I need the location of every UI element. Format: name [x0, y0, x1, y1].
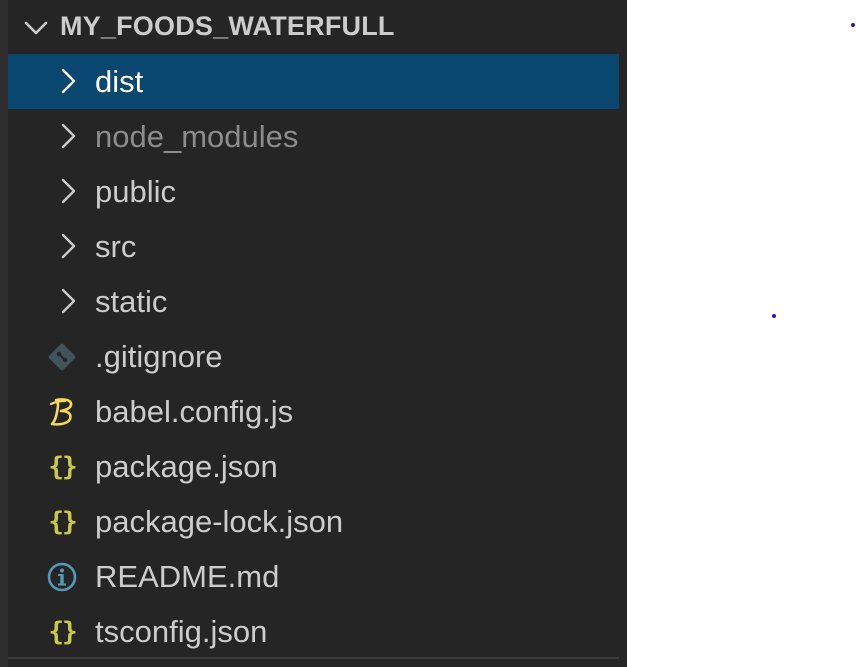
folder-label: static: [95, 284, 168, 319]
stray-pixel-dot: [851, 23, 855, 27]
file-row-babel-config[interactable]: babel.config.js: [8, 384, 619, 439]
file-row-package-lock-json[interactable]: {} package-lock.json: [8, 494, 619, 549]
folder-row-static[interactable]: static: [8, 274, 619, 329]
folder-label: dist: [95, 64, 144, 99]
explorer-section-title: MY_FOODS_WATERFULL: [60, 11, 395, 41]
json-braces-icon: {}: [48, 507, 77, 537]
folder-label: node_modules: [95, 119, 299, 154]
explorer-edge: [0, 0, 8, 667]
explorer-section-header[interactable]: MY_FOODS_WATERFULL: [8, 0, 619, 54]
folder-row-public[interactable]: public: [8, 164, 619, 219]
babel-icon: [46, 396, 78, 428]
folder-label: src: [95, 229, 137, 264]
panel-bottom-border: [8, 657, 619, 659]
chevron-right-icon[interactable]: [56, 232, 80, 260]
json-braces-icon: {}: [48, 617, 77, 647]
file-row-tsconfig-json[interactable]: {} tsconfig.json: [8, 604, 619, 659]
file-label: package.json: [95, 449, 278, 484]
json-braces-icon: {}: [48, 452, 77, 482]
file-explorer-panel: MY_FOODS_WATERFULL dist node_modules pub…: [0, 0, 627, 667]
file-label: tsconfig.json: [95, 614, 268, 649]
stray-pixel-dot: [772, 314, 776, 318]
chevron-right-icon[interactable]: [56, 122, 80, 150]
file-label: .gitignore: [95, 339, 223, 374]
git-icon: [46, 341, 78, 373]
file-label: package-lock.json: [95, 504, 344, 539]
file-label: README.md: [95, 559, 280, 594]
chevron-right-icon[interactable]: [56, 67, 80, 95]
folder-row-dist[interactable]: dist: [8, 54, 619, 109]
chevron-down-icon[interactable]: [22, 14, 50, 42]
chevron-right-icon[interactable]: [56, 287, 80, 315]
folder-row-node-modules[interactable]: node_modules: [8, 109, 619, 164]
folder-label: public: [95, 174, 176, 209]
info-icon: [46, 561, 78, 593]
file-row-package-json[interactable]: {} package.json: [8, 439, 619, 494]
chevron-right-icon[interactable]: [56, 177, 80, 205]
file-row-gitignore[interactable]: .gitignore: [8, 329, 619, 384]
folder-row-src[interactable]: src: [8, 219, 619, 274]
file-tree: dist node_modules public src static .git…: [8, 54, 619, 659]
file-row-readme[interactable]: README.md: [8, 549, 619, 604]
file-label: babel.config.js: [95, 394, 294, 429]
